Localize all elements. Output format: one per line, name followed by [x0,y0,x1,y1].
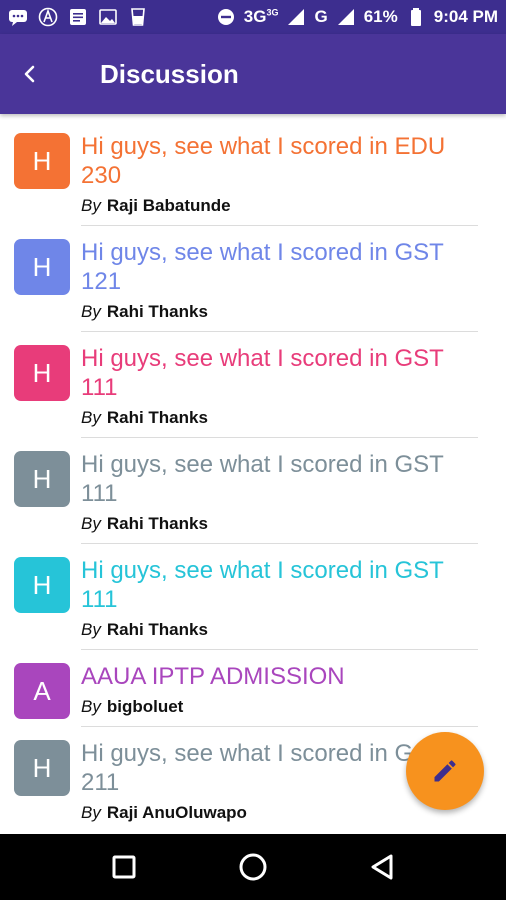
list-item-body: AAUA IPTP ADMISSION By bigboluet [81,662,478,727]
list-item-body: Hi guys, see what I scored in GST 111 By R… [81,556,478,650]
list-item-body: Hi guys, see what I scored in EDU 230 By R… [81,132,478,226]
recents-button[interactable] [104,847,144,887]
app-bar: Discussion [0,34,506,114]
square-recents-icon [112,855,136,879]
post-author: By Raji AnuOluwapo [81,803,478,823]
post-author: By Raji Babatunde [81,196,478,216]
list-item[interactable]: A AAUA IPTP ADMISSION By bigboluet [0,650,506,727]
signal-icon-2 [337,9,354,25]
discussion-list[interactable]: H Hi guys, see what I scored in EDU 230 By… [0,120,506,832]
list-item-body: Hi guys, see what I scored in GST 111 By R… [81,450,478,544]
post-title[interactable]: Hi guys, see what I scored in GST 111 [81,556,478,614]
list-item[interactable]: H Hi guys, see what I scored in GST 121 By… [0,226,506,332]
signal-icon [288,9,305,25]
author-name: Raji AnuOluwapo [106,803,247,822]
by-label: By [81,803,101,822]
system-indicators: 3G3G G 61% 9:04 PM [216,7,498,27]
post-author: By Rahi Thanks [81,302,478,322]
network-g: G [314,7,328,26]
post-title[interactable]: AAUA IPTP ADMISSION [81,662,478,691]
list-item[interactable]: H Hi guys, see what I scored in GST 111 By… [0,332,506,438]
triangle-back-icon [371,854,393,880]
by-label: By [81,302,101,321]
list-item[interactable]: H Hi guys, see what I scored in GST 111 By… [0,544,506,650]
by-label: By [81,408,101,427]
avatar: H [14,239,70,295]
avatar: H [14,557,70,613]
post-author: By Rahi Thanks [81,620,478,640]
clock: 9:04 PM [433,7,498,26]
pencil-icon [434,760,456,782]
post-title[interactable]: Hi guys, see what I scored in GST 111 [81,450,478,508]
by-label: By [81,196,101,215]
home-button[interactable] [233,847,273,887]
back-button[interactable] [0,34,60,114]
notification-icons [8,7,148,27]
battery-icon [410,8,421,26]
battery-percent: 61% [363,7,398,26]
page-title: Discussion [100,58,239,89]
author-name: Rahi Thanks [106,302,208,321]
back-nav-button[interactable] [362,847,402,887]
author-name: Raji Babatunde [106,196,231,215]
by-label: By [81,620,101,639]
author-name: Rahi Thanks [106,408,208,427]
by-label: By [81,697,101,716]
document-icon [70,9,86,25]
post-title[interactable]: Hi guys, see what I scored in GST 121 [81,238,478,296]
author-name: Rahi Thanks [106,514,208,533]
image-icon [99,9,117,25]
post-title[interactable]: Hi guys, see what I scored in GST 111 [81,344,478,402]
author-name: bigboluet [106,697,184,716]
avatar: H [14,345,70,401]
post-title[interactable]: Hi guys, see what I scored in EDU 230 [81,132,478,190]
status-bar: 3G3G G 61% 9:04 PM [0,0,506,34]
post-author: By bigboluet [81,697,478,717]
list-item-body: Hi guys, see what I scored in GST 121 By R… [81,238,478,332]
avatar: H [14,133,70,189]
network-type: 3G3G [243,7,279,26]
list-item[interactable]: H Hi guys, see what I scored in EDU 230 By… [0,120,506,226]
app-a-icon [38,7,58,27]
do-not-disturb-icon [217,9,234,25]
circle-home-icon [239,853,267,881]
list-item-body: Hi guys, see what I scored in GST 111 By R… [81,344,478,438]
author-name: Rahi Thanks [106,620,208,639]
avatar: A [14,663,70,719]
list-item[interactable]: H Hi guys, see what I scored in GST 111 By… [0,438,506,544]
glass-icon [131,8,145,26]
by-label: By [81,514,101,533]
message-icon [9,10,27,26]
avatar: H [14,451,70,507]
system-nav-bar [0,834,506,900]
compose-button[interactable] [406,732,484,810]
post-author: By Rahi Thanks [81,514,478,534]
back-arrow-icon [24,65,35,83]
avatar: H [14,740,70,796]
post-author: By Rahi Thanks [81,408,478,428]
